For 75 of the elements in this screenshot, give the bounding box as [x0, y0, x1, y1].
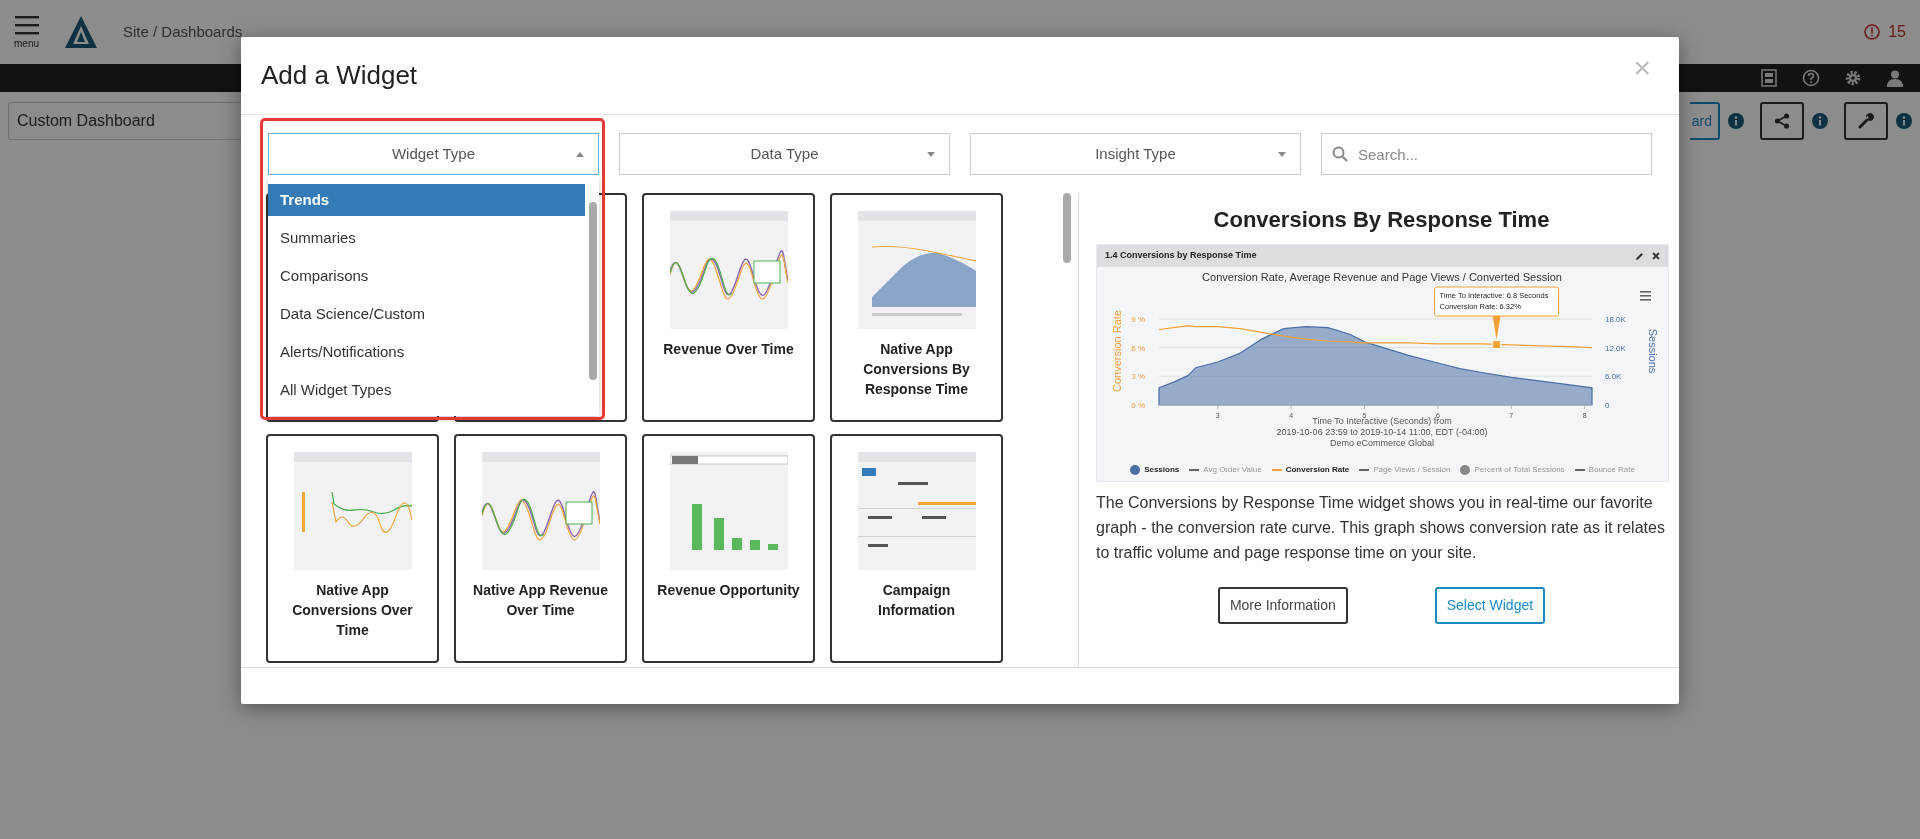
caret-icon: [927, 152, 935, 157]
caret-icon: [576, 152, 584, 157]
search-field[interactable]: Search...: [1321, 133, 1652, 175]
close-icon[interactable]: [1652, 252, 1660, 260]
modal-title: Add a Widget: [261, 59, 418, 92]
widget-card[interactable]: Campaign Information: [830, 434, 1003, 663]
menu-icon[interactable]: [1640, 291, 1651, 301]
axis-label: 18.0K: [1605, 315, 1626, 324]
info-icon[interactable]: [1728, 113, 1744, 129]
pencil-icon[interactable]: [1635, 251, 1644, 261]
select-widget-button[interactable]: Select Widget: [1434, 587, 1546, 624]
dropdown-select[interactable]: Data Type: [619, 133, 950, 175]
widget-title: Revenue Opportunity: [656, 581, 801, 600]
axis-label: 6.0K: [1605, 372, 1622, 382]
widget-title: Native App Conversions By Response Time: [862, 340, 971, 399]
axis-strip: [301, 492, 305, 532]
triangle-logo-icon: [63, 14, 99, 50]
settings-icon[interactable]: [1844, 69, 1862, 87]
tooltip: [565, 501, 592, 525]
scrollbar-thumb[interactable]: [1063, 193, 1071, 263]
widget-description: The Conversions by Response Time widget shows you in real-time our favorite graph - the conversion rate curve. This graph shows conversion rate as it relates to traffic volume and page response time on your site.: [1096, 493, 1666, 563]
widget-title: Native App Revenue Over Time: [472, 581, 609, 620]
thumbnail-tab: [671, 456, 698, 464]
chart-caption: Demo eCommerce Global: [1330, 438, 1434, 448]
chart-bar: [767, 544, 778, 550]
axis-label: 3 %: [1131, 372, 1145, 382]
chart-bar: [713, 518, 724, 550]
axis-label: 6 %: [1131, 343, 1145, 353]
help-icon[interactable]: [1802, 69, 1820, 87]
menu-label: menu: [14, 39, 39, 49]
chart-bar: [691, 504, 702, 550]
scrollbar-thumb[interactable]: [589, 202, 597, 380]
chart-bar: [731, 538, 742, 550]
widget-name: Conversions By Response Time: [1212, 206, 1551, 234]
wrench-button[interactable]: [1844, 102, 1888, 140]
legend-item[interactable]: Conversion Rate: [1285, 464, 1350, 476]
widget-title: Native App Conversions Over Time: [291, 581, 414, 640]
tooltip: [753, 260, 780, 284]
dropdown-select[interactable]: Widget Type: [268, 133, 599, 175]
axis-label: 12.0K: [1605, 343, 1626, 353]
wrench-icon: [1858, 113, 1874, 129]
widget-title: Revenue Over Time: [662, 340, 795, 359]
legend-item[interactable]: Sessions: [1144, 464, 1180, 476]
axis-title: Time To Interactive (Seconds) from: [1312, 416, 1452, 426]
data-point: [1492, 340, 1502, 350]
breadcrumb: Site / Dashboards: [123, 21, 243, 42]
search-icon: [1332, 146, 1348, 162]
user-icon[interactable]: [1886, 69, 1904, 87]
axis-title: Sessions: [1647, 328, 1659, 374]
axis-label: 9 %: [1131, 315, 1145, 324]
chart-bar: [749, 540, 760, 550]
info-icon[interactable]: [1896, 113, 1912, 129]
widget-card[interactable]: Native App Revenue Over Time: [454, 434, 627, 663]
alert-count: 15: [1888, 22, 1906, 42]
widget-card[interactable]: Native App Conversions Over Time: [266, 434, 439, 663]
widget-card[interactable]: Native App Conversions By Response Time: [830, 193, 1003, 422]
share-icon: [1774, 113, 1790, 129]
dropdown-select[interactable]: Insight Type: [970, 133, 1301, 175]
widget-card[interactable]: Revenue Opportunity: [642, 434, 815, 663]
widget-card[interactable]: Revenue Over Time: [642, 193, 815, 422]
film-icon[interactable]: [1760, 69, 1778, 87]
chart-caption: 2019-10-06 23:59 to 2019-10-14 11:00, EDT (-04:00): [1276, 427, 1488, 437]
share-button[interactable]: [1760, 102, 1804, 140]
panel-title: 1.4 Conversions by Response Time: [1105, 249, 1257, 263]
info-icon[interactable]: [1812, 113, 1828, 129]
caret-icon: [1278, 152, 1286, 157]
widget-title: Campaign Information: [877, 581, 956, 620]
more-information-button[interactable]: More Information: [1217, 587, 1348, 624]
chart-title: Conversion Rate, Average Revenue and Page Views / Converted Session: [1202, 271, 1562, 283]
axis-label: 0: [1605, 401, 1610, 410]
axis-label: 0 %: [1131, 401, 1145, 410]
dropdown-option[interactable]: Trends: [268, 184, 585, 216]
axis-title: Conversion Rate: [1111, 310, 1123, 392]
alert-icon: [1864, 24, 1881, 40]
menu-icon[interactable]: [14, 15, 39, 35]
